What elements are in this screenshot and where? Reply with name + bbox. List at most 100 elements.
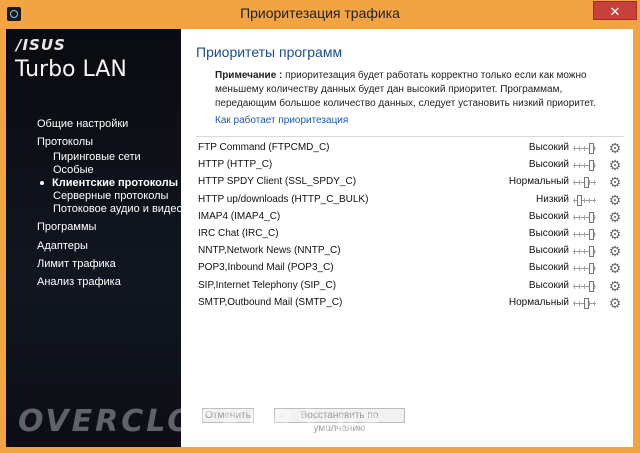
program-name: IRC Chat (IRC_C) (198, 228, 279, 239)
slider-tick (574, 163, 575, 169)
program-name: IMAP4 (IMAP4_C) (198, 210, 281, 222)
priority-row: FTP Command (FTPCMD_C) Высокий ⚙ (198, 140, 628, 157)
slider-tick (584, 197, 585, 203)
priority-slider[interactable] (573, 246, 596, 258)
sidebar-item-traffic-analysis[interactable]: Анализ трафика (37, 276, 121, 288)
gear-icon[interactable]: ⚙ (608, 296, 622, 310)
sidebar-item-programs[interactable]: Программы (37, 221, 96, 233)
close-button[interactable]: ✕ (593, 1, 637, 20)
how-it-works-link[interactable]: Как работает приоритезация (215, 115, 348, 126)
slider-tick (584, 146, 585, 151)
slider-thumb[interactable] (584, 297, 589, 309)
sidebar-item-general[interactable]: Общие настройки (37, 118, 128, 130)
slider-thumb[interactable] (589, 263, 594, 275)
slider-tick (584, 283, 585, 289)
sidebar-item-client-protocols[interactable]: Клиентские протоколы (40, 177, 178, 189)
priority-row: SIP,Internet Telephony (SIP_C) Высокий ⚙ (198, 278, 628, 295)
gear-icon[interactable]: ⚙ (608, 244, 622, 258)
slider-thumb[interactable] (589, 280, 594, 292)
sidebar-item-label: Клиентские протоколы (52, 177, 178, 189)
slider-thumb[interactable] (589, 143, 594, 154)
slider-tick (574, 180, 575, 186)
sidebar-item-protocols[interactable]: Протоколы (37, 136, 93, 148)
priority-label: Высокий (528, 210, 569, 222)
sidebar-item-traffic-limit[interactable]: Лимит трафика (37, 258, 116, 270)
note-text: Примечание : приоритезация будет работат… (215, 69, 620, 111)
slider-tick (594, 197, 595, 203)
priority-label: Высокий (528, 159, 569, 171)
gear-icon[interactable]: ⚙ (608, 158, 622, 172)
gear-icon[interactable]: ⚙ (608, 175, 622, 189)
page-title: Приоритеты программ (196, 44, 343, 60)
app-window: Приоритезация трафика ✕ /ISUS Turbo LAN … (0, 0, 640, 453)
program-name: HTTP SPDY Client (SSL_SPDY_C) (198, 176, 357, 188)
priority-slider[interactable] (573, 229, 596, 240)
slider-thumb[interactable] (589, 246, 594, 258)
slider-tick (594, 180, 595, 186)
priority-label: Высокий (528, 262, 569, 274)
slider-tick (584, 249, 585, 255)
slider-tick (594, 249, 595, 255)
program-name: NNTP,Network News (NNTP_C) (198, 245, 341, 257)
slider-tick (589, 197, 590, 203)
gear-icon[interactable]: ⚙ (608, 227, 622, 241)
slider-thumb[interactable] (584, 177, 589, 189)
priority-row: SMTP,Outbound Mail (SMTP_C) Нормальный ⚙ (198, 295, 628, 312)
slider-tick (574, 232, 575, 237)
slider-tick (584, 266, 585, 272)
slider-thumb[interactable] (589, 160, 594, 172)
slider-tick (579, 214, 580, 220)
slider-tick (579, 146, 580, 151)
sidebar-item-adapters[interactable]: Адаптеры (37, 240, 88, 252)
priority-slider[interactable] (573, 280, 596, 292)
slider-tick (584, 232, 585, 237)
program-name: HTTP up/downloads (HTTP_C_BULK) (198, 193, 369, 205)
priority-slider[interactable] (573, 143, 596, 154)
slider-tick (579, 283, 580, 289)
slider-tick (584, 163, 585, 169)
program-name: HTTP (HTTP_C) (198, 159, 273, 171)
gear-icon[interactable]: ⚙ (608, 210, 622, 224)
priority-row: IMAP4 (IMAP4_C) Высокий ⚙ (198, 209, 628, 226)
priority-row: HTTP up/downloads (HTTP_C_BULK) Низкий ⚙ (198, 192, 628, 209)
slider-tick (579, 249, 580, 255)
priority-slider[interactable] (573, 177, 596, 189)
slider-thumb[interactable] (589, 229, 594, 240)
priority-label: Низкий (536, 193, 569, 205)
slider-thumb[interactable] (577, 194, 582, 206)
slider-tick (589, 300, 590, 306)
main-panel: Приоритеты программ Примечание : приорит… (181, 29, 633, 447)
priority-slider[interactable] (573, 160, 596, 172)
priority-row: POP3,Inbound Mail (POP3_C) Высокий ⚙ (198, 260, 628, 277)
program-name: SIP,Internet Telephony (SIP_C) (198, 279, 337, 291)
priority-slider[interactable] (573, 194, 596, 206)
priority-row: HTTP SPDY Client (SSL_SPDY_C) Нормальный ⚙ (198, 174, 628, 191)
slider-tick (574, 266, 575, 272)
gear-icon[interactable]: ⚙ (608, 193, 622, 207)
titlebar: Приоритезация трафика ✕ (0, 0, 640, 29)
slider-tick (574, 300, 575, 306)
gear-icon[interactable]: ⚙ (608, 279, 622, 293)
gear-icon[interactable]: ⚙ (608, 141, 622, 155)
priority-label: Высокий (528, 245, 569, 257)
slider-tick (584, 214, 585, 220)
sidebar-item-streaming[interactable]: Потоковое аудио и видео (53, 203, 181, 215)
slider-tick (574, 214, 575, 220)
slider-tick (594, 300, 595, 306)
priority-slider[interactable] (573, 263, 596, 275)
priority-label: Высокий (528, 228, 569, 239)
sidebar-item-server-protocols[interactable]: Серверные протоколы (53, 190, 168, 202)
sidebar-item-p2p[interactable]: Пиринговые сети (53, 151, 141, 163)
slider-tick (579, 232, 580, 237)
slider-tick (579, 180, 580, 186)
slider-thumb[interactable] (589, 211, 594, 223)
sidebar-item-special[interactable]: Особые (53, 164, 94, 176)
slider-tick (574, 249, 575, 255)
priority-slider[interactable] (573, 297, 596, 309)
priority-label: Нормальный (508, 296, 569, 308)
slider-tick (594, 232, 595, 237)
slider-tick (579, 266, 580, 272)
gear-icon[interactable]: ⚙ (608, 261, 622, 275)
priority-slider[interactable] (573, 211, 596, 223)
asus-logo: /ISUS (16, 36, 66, 54)
